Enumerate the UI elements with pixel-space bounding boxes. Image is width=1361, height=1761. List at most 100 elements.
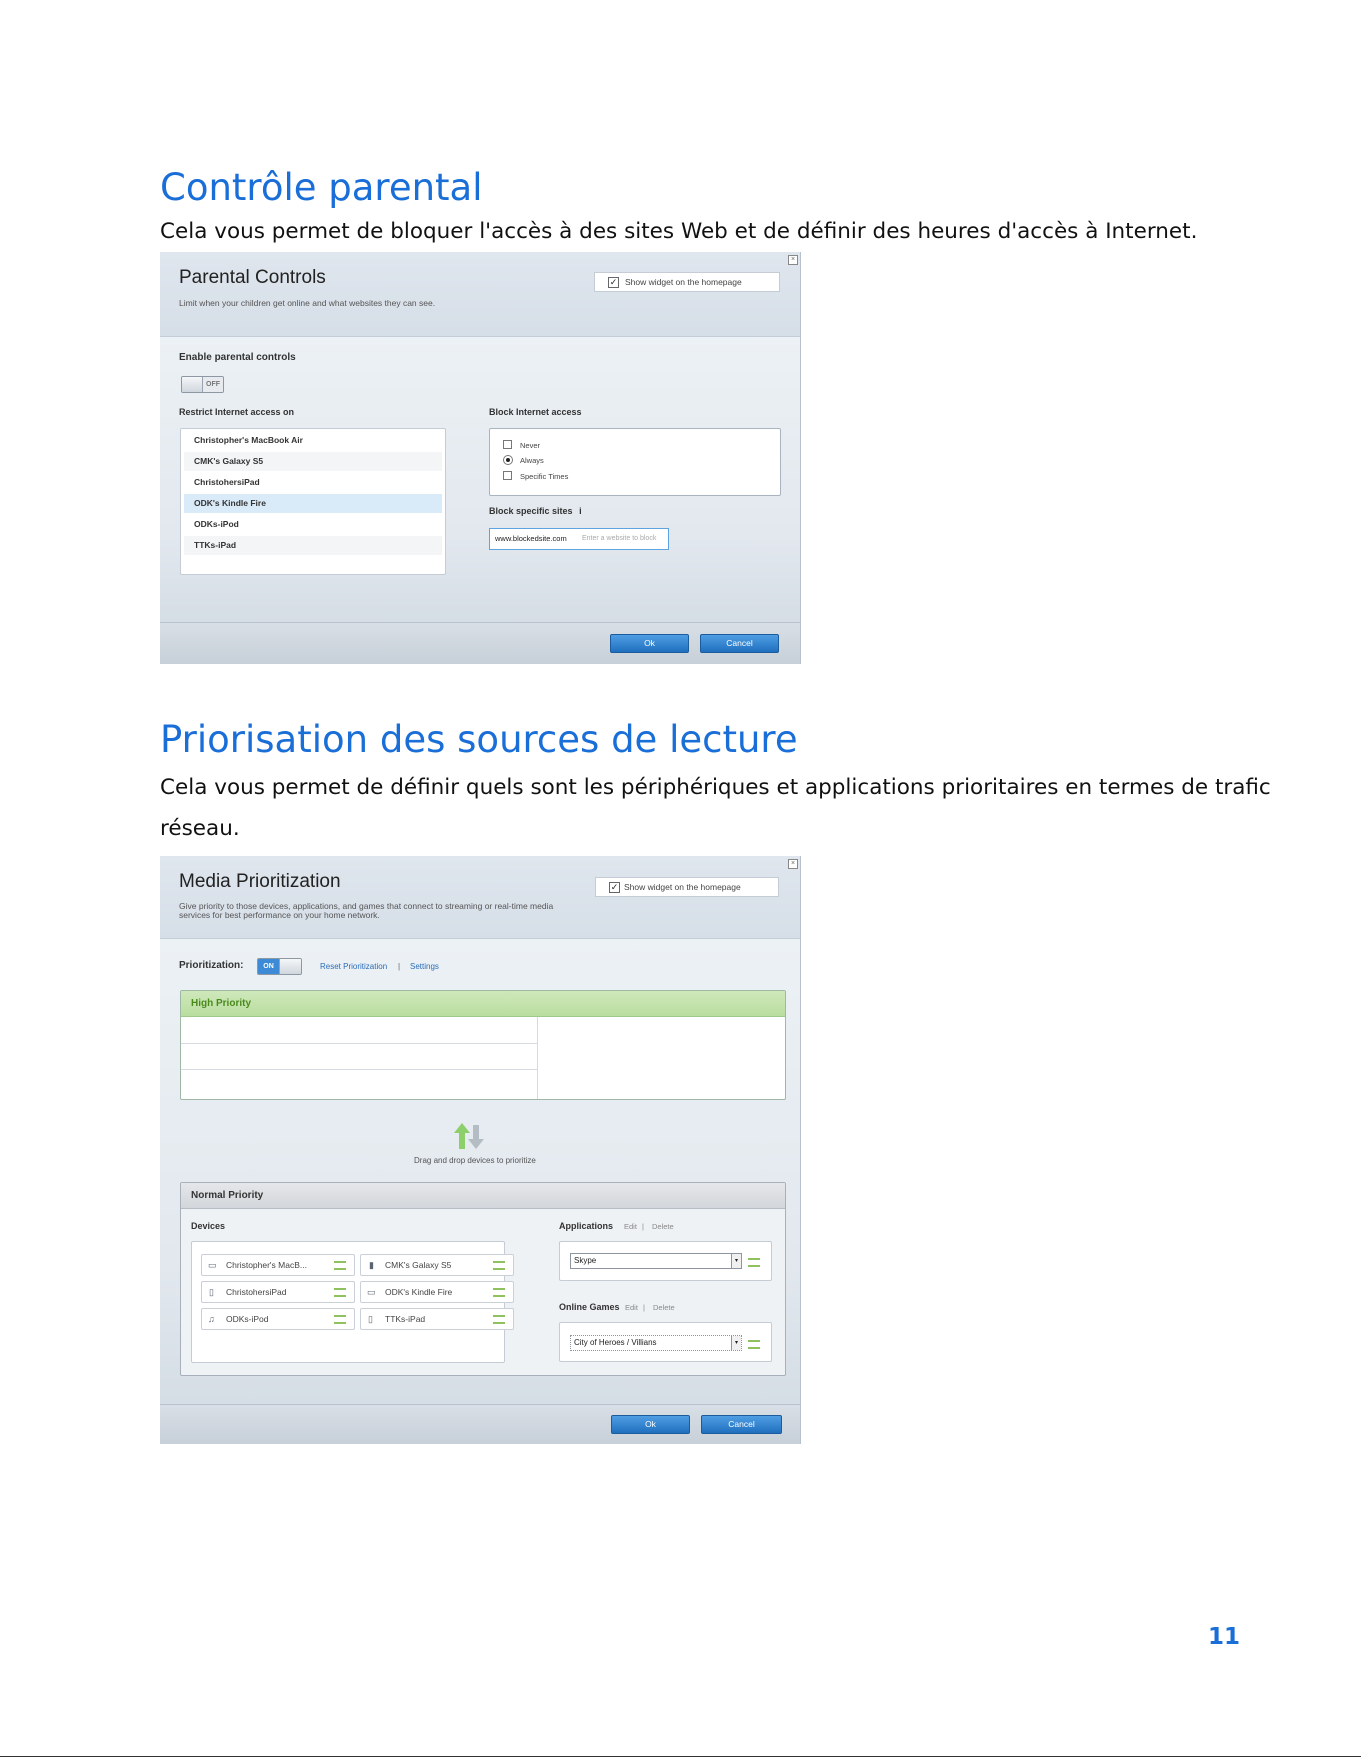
media-prioritization-screenshot: Media Prioritization Give priority to th… <box>160 856 801 1444</box>
normal-priority-title: Normal Priority <box>191 1190 264 1201</box>
device-row[interactable]: ODKs-iPod <box>184 515 442 534</box>
parental-controls-screenshot: Parental Controls Limit when your childr… <box>160 252 801 664</box>
page-bottom-rule <box>0 1756 1361 1757</box>
section-heading-media: Priorisation des sources de lecture <box>160 718 798 761</box>
specific-times-label: Specific Times <box>520 472 569 481</box>
device-name: ODKs-iPod <box>226 1314 269 1324</box>
games-delete-link[interactable]: Delete <box>653 1303 675 1312</box>
divider <box>181 1069 537 1070</box>
toggle-state: OFF <box>203 377 223 392</box>
devices-panel: ▭ Christopher's MacB... ▮ CMK's Galaxy S… <box>191 1241 514 1363</box>
close-icon[interactable]: × <box>788 255 798 265</box>
dialog-subtitle: Limit when your children get online and … <box>179 298 436 308</box>
high-priority-panel[interactable]: High Priority <box>180 990 786 1100</box>
drag-handle-icon[interactable] <box>493 1288 505 1297</box>
device-row[interactable]: ChristohersiPad <box>184 473 442 492</box>
site-input-placeholder: Enter a website to block <box>582 535 657 542</box>
block-options-panel: Never Always Specific Times <box>489 428 781 496</box>
settings-link[interactable]: Settings <box>410 962 439 971</box>
show-widget-option[interactable]: ✓ Show widget on the homepage <box>594 272 780 292</box>
block-site-input[interactable]: www.blockedsite.com Enter a website to b… <box>489 528 669 550</box>
device-chip[interactable]: ▭ ODK's Kindle Fire <box>360 1281 514 1303</box>
info-icon: i <box>579 506 582 516</box>
cancel-button[interactable]: Cancel <box>700 634 779 653</box>
applications-panel: Skype ▾ <box>559 1241 772 1281</box>
ok-button[interactable]: Ok <box>611 1415 690 1434</box>
sites-label-text: Block specific sites <box>489 506 573 516</box>
chevron-down-icon[interactable]: ▾ <box>731 1254 741 1268</box>
checkbox-icon[interactable]: ✓ <box>608 277 619 288</box>
device-row[interactable]: CMK's Galaxy S5 <box>184 452 442 471</box>
chevron-down-icon[interactable]: ▾ <box>731 1336 741 1350</box>
ok-button[interactable]: Ok <box>610 634 689 653</box>
show-widget-label: Show widget on the homepage <box>625 277 742 287</box>
reorder-arrows-icon <box>454 1123 484 1151</box>
close-icon[interactable]: × <box>788 859 798 869</box>
drag-handle-icon[interactable] <box>334 1288 346 1297</box>
prioritization-toggle[interactable]: ON <box>257 958 302 975</box>
device-chip[interactable]: ▯ ChristohersiPad <box>201 1281 355 1303</box>
divider <box>181 1043 537 1044</box>
section-heading-parental: Contrôle parental <box>160 166 483 209</box>
device-row[interactable]: Christopher's MacBook Air <box>184 431 442 450</box>
drag-handle-icon[interactable] <box>334 1315 346 1324</box>
divider <box>537 1017 538 1099</box>
applications-edit-link[interactable]: Edit <box>624 1222 637 1231</box>
games-panel: City of Heroes / Villians ▾ <box>559 1322 772 1362</box>
cancel-button[interactable]: Cancel <box>701 1415 782 1434</box>
parental-toggle[interactable]: OFF <box>181 376 224 393</box>
checkbox-icon[interactable]: ✓ <box>609 882 620 893</box>
games-label: Online Games <box>559 1302 620 1312</box>
show-widget-option[interactable]: ✓ Show widget on the homepage <box>595 877 779 897</box>
high-priority-header <box>181 991 785 1017</box>
sites-label: Block specific sites i <box>489 506 582 516</box>
high-priority-title: High Priority <box>191 998 252 1009</box>
device-name: TTKs-iPad <box>385 1314 426 1324</box>
applications-delete-link[interactable]: Delete <box>652 1222 674 1231</box>
toggle-knob <box>279 959 301 974</box>
site-input-value: www.blockedsite.com <box>495 534 567 543</box>
restrict-label: Restrict Internet access on <box>179 407 295 417</box>
application-select[interactable]: Skype ▾ <box>570 1253 742 1269</box>
always-radio[interactable] <box>503 455 513 465</box>
ereader-icon: ▭ <box>367 1287 376 1297</box>
devices-label: Devices <box>191 1221 226 1231</box>
normal-priority-header <box>181 1183 785 1209</box>
device-chip[interactable]: ▭ Christopher's MacB... <box>201 1254 355 1276</box>
section-description-media-line2: réseau. <box>160 816 240 841</box>
device-row-selected[interactable]: ODK's Kindle Fire <box>184 494 442 513</box>
music-player-icon: ♫ <box>208 1314 215 1324</box>
separator: | <box>642 1222 644 1231</box>
page-number: 11 <box>1208 1624 1241 1650</box>
toggle-knob <box>182 377 203 392</box>
dialog-header <box>160 856 800 939</box>
device-name: CMK's Galaxy S5 <box>385 1260 452 1270</box>
prioritization-label: Prioritization: <box>179 960 244 971</box>
reset-prioritization-link[interactable]: Reset Prioritization <box>320 962 387 971</box>
specific-times-checkbox[interactable] <box>503 471 512 480</box>
laptop-icon: ▭ <box>208 1260 217 1270</box>
games-edit-link[interactable]: Edit <box>625 1303 638 1312</box>
device-row[interactable]: TTKs-iPad <box>184 536 442 555</box>
always-label: Always <box>520 456 544 465</box>
drag-handle-icon[interactable] <box>748 1340 760 1349</box>
normal-priority-panel: Normal Priority Devices ▭ Christopher's … <box>180 1182 786 1376</box>
device-chip[interactable]: ▮ CMK's Galaxy S5 <box>360 1254 514 1276</box>
drag-handle-icon[interactable] <box>748 1258 760 1267</box>
game-select[interactable]: City of Heroes / Villians ▾ <box>570 1335 742 1351</box>
tablet-icon: ▯ <box>368 1314 373 1324</box>
drag-handle-icon[interactable] <box>493 1315 505 1324</box>
enable-label: Enable parental controls <box>179 352 296 363</box>
device-list: Christopher's MacBook Air CMK's Galaxy S… <box>180 428 446 575</box>
applications-label: Applications <box>559 1221 614 1231</box>
show-widget-label: Show widget on the homepage <box>624 882 741 892</box>
drag-handle-icon[interactable] <box>334 1261 346 1270</box>
drag-handle-icon[interactable] <box>493 1261 505 1270</box>
dialog-header <box>160 252 800 337</box>
dialog-subtitle-line2: services for best performance on your ho… <box>179 910 380 920</box>
section-description-parental: Cela vous permet de bloquer l'accès à de… <box>160 219 1198 244</box>
separator: | <box>643 1303 645 1312</box>
device-chip[interactable]: ♫ ODKs-iPod <box>201 1308 355 1330</box>
never-checkbox[interactable] <box>503 440 512 449</box>
device-chip[interactable]: ▯ TTKs-iPad <box>360 1308 514 1330</box>
